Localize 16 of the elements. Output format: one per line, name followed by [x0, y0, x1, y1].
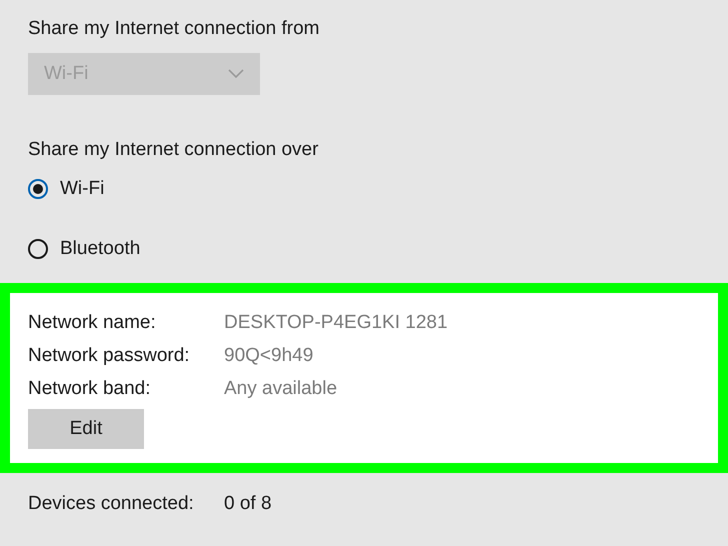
chevron-icon: [228, 69, 244, 79]
field-value: 90Q<9h49: [224, 344, 314, 367]
edit-button[interactable]: Edit: [28, 408, 144, 449]
section-heading: Share my Internet connection over: [28, 139, 320, 161]
radio-button[interactable]: [28, 239, 48, 259]
section-heading: Share my Internet connection from: [28, 18, 320, 40]
radio-label: Bluetooth: [60, 238, 140, 260]
field-label: Network password:: [28, 344, 191, 367]
field-label: Devices connected:: [28, 493, 195, 515]
field-value: Any available: [224, 378, 338, 400]
field-value: DESKTOP-P4EG1KI 1281: [224, 312, 448, 334]
field-label: Network band:: [28, 378, 152, 400]
field-label: Network name:: [28, 312, 157, 334]
radio-button[interactable]: [28, 179, 48, 199]
field-value: 0 of 8: [224, 493, 272, 515]
radio-label: Wi-Fi: [60, 178, 104, 200]
